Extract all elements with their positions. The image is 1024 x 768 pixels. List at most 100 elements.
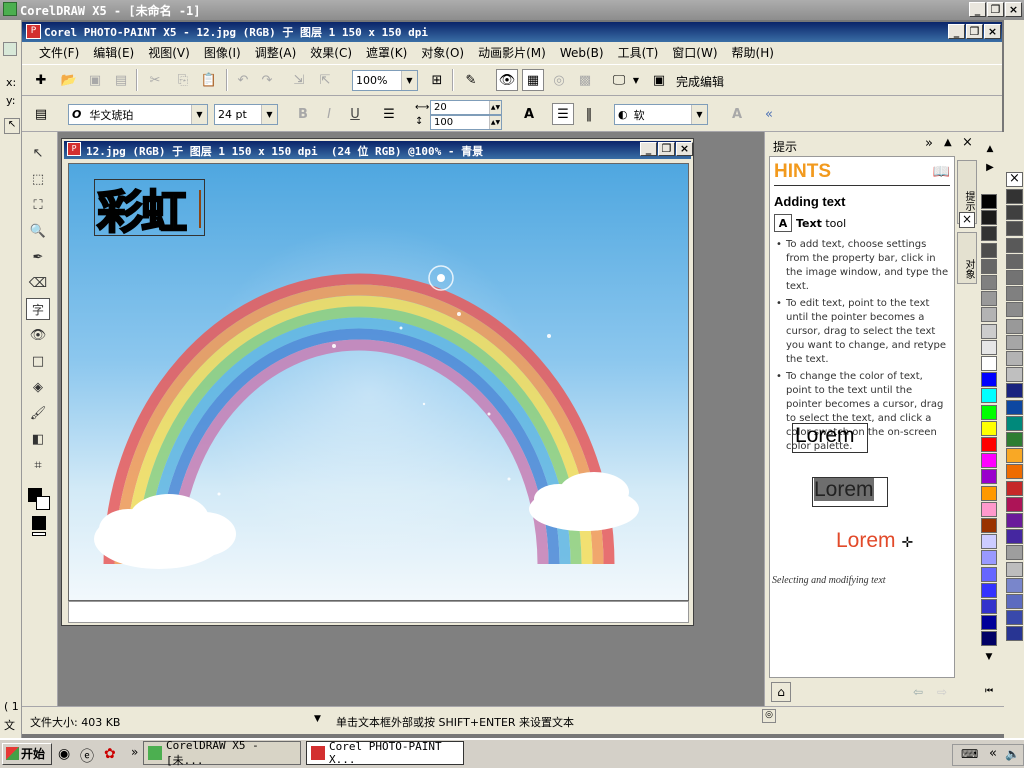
antialias-select[interactable]: ◐ 软 ▼ — [614, 104, 708, 125]
redo-icon[interactable]: ↷ — [256, 69, 278, 91]
color-swatch[interactable] — [981, 307, 997, 323]
menu-mask[interactable]: 遮罩(K) — [359, 43, 414, 63]
app-close-button[interactable]: × — [984, 24, 1001, 39]
taskbar-item-coreldraw[interactable]: CorelDRAW X5 - [未... — [143, 739, 301, 767]
finish-editing-label[interactable]: 完成编辑 — [676, 73, 724, 90]
color-swatch[interactable] — [981, 194, 997, 209]
undo-icon[interactable]: ↶ — [232, 69, 254, 91]
italic-icon[interactable]: I — [318, 103, 340, 125]
color-swatch[interactable] — [1006, 448, 1023, 464]
palette-scroll-down-icon[interactable]: ▼ — [981, 652, 997, 666]
back-arrow-icon[interactable]: ⇦ — [907, 682, 929, 702]
color-swatch[interactable] — [981, 518, 997, 533]
color-swatch[interactable] — [981, 631, 997, 647]
menu-web[interactable]: Web(B) — [553, 43, 611, 63]
horizontal-text-icon[interactable]: ☰ — [552, 103, 574, 125]
paste-icon[interactable]: 📋 — [198, 69, 220, 91]
color-swatch[interactable] — [981, 258, 997, 274]
application-launcher-icon[interactable]: 🖵 — [608, 69, 630, 91]
menu-image[interactable]: 图像(I) — [197, 43, 248, 63]
palette-scroll-up-icon[interactable]: ▲ — [982, 144, 998, 158]
text-object-content[interactable]: 彩虹 — [96, 176, 188, 242]
color-swatch[interactable] — [981, 615, 997, 631]
app-minimize-button[interactable]: _ — [948, 24, 965, 39]
close-icon[interactable]: × — [962, 135, 973, 150]
open-icon[interactable]: 📂 — [58, 69, 80, 91]
doc-restore-button[interactable]: ❐ — [658, 142, 675, 156]
finish-editing-icon[interactable]: ▣ — [648, 69, 670, 91]
no-color-swatch[interactable]: × — [1006, 172, 1023, 187]
underline-icon[interactable]: U — [344, 103, 366, 125]
lock-icon[interactable]: ▩ — [574, 69, 596, 91]
render-text-icon[interactable]: A — [726, 103, 748, 125]
export-icon[interactable]: ⇱ — [314, 69, 336, 91]
color-swatch[interactable] — [981, 339, 997, 355]
color-swatch[interactable] — [1006, 221, 1023, 237]
color-swatch[interactable] — [1006, 529, 1023, 545]
close-icon[interactable]: × — [959, 212, 975, 228]
color-swatch[interactable] — [1006, 415, 1023, 431]
color-swatch[interactable] — [1006, 496, 1023, 512]
color-swatch[interactable] — [1006, 513, 1023, 528]
color-swatch[interactable] — [981, 582, 997, 598]
background-color-swatch[interactable] — [36, 496, 50, 510]
color-swatch[interactable] — [981, 485, 997, 501]
text-object-frame[interactable]: 彩虹 — [94, 179, 205, 240]
palette-expand-icon[interactable]: ⏮ — [981, 686, 997, 700]
collapse-up-icon[interactable]: ▲ — [944, 137, 952, 148]
new-icon[interactable]: ✚ — [30, 69, 52, 91]
object-marquee-icon[interactable]: ◎ — [548, 69, 570, 91]
spinner-icon[interactable]: ▲▼ — [489, 101, 501, 114]
character-spacing-input[interactable]: 20 ▲▼ — [430, 100, 502, 115]
font-name-select[interactable]: O 华文琥珀 ▼ — [68, 104, 208, 125]
show-mask-icon[interactable]: 👁 — [496, 69, 518, 91]
status-icon[interactable]: ◎ — [762, 709, 776, 723]
color-swatch[interactable] — [981, 550, 997, 566]
forward-arrow-icon[interactable]: ⇨ — [931, 682, 953, 702]
bold-icon[interactable]: B — [292, 103, 314, 125]
fill-color-swatch[interactable] — [32, 516, 46, 530]
eyedropper-tool-icon[interactable]: ✒ — [26, 246, 50, 268]
color-swatch[interactable] — [1006, 610, 1023, 626]
home-icon[interactable]: ⌂ — [771, 682, 791, 702]
color-swatch[interactable] — [1006, 626, 1023, 642]
color-swatch[interactable] — [1006, 286, 1023, 302]
zoom-level-select[interactable]: 100% ▼ — [352, 70, 418, 91]
brush-settings-icon[interactable]: ✎ — [460, 69, 482, 91]
doc-close-button[interactable]: × — [676, 142, 693, 156]
color-swatch[interactable] — [1006, 399, 1023, 415]
color-swatch[interactable] — [1006, 334, 1023, 350]
menu-file[interactable]: 文件(F) — [32, 43, 86, 63]
menu-effects[interactable]: 效果(C) — [303, 43, 359, 63]
color-swatch[interactable] — [981, 226, 997, 242]
color-swatch[interactable] — [1006, 351, 1023, 366]
color-swatch[interactable] — [981, 599, 997, 614]
print-icon[interactable]: ▤ — [110, 69, 132, 91]
color-swatch[interactable] — [981, 242, 997, 258]
zoom-fit-icon[interactable]: ⊞ — [426, 69, 448, 91]
color-swatch[interactable] — [981, 404, 997, 420]
cut-icon[interactable]: ✂ — [144, 69, 166, 91]
color-swatch[interactable] — [1006, 545, 1023, 561]
eraser-tool-icon[interactable]: ⌫ — [26, 272, 50, 294]
palette-play-icon[interactable]: ▶ — [982, 162, 998, 176]
import-icon[interactable]: ⇲ — [288, 69, 310, 91]
color-swatch[interactable] — [1006, 302, 1023, 318]
color-swatch[interactable] — [981, 566, 997, 582]
vertical-text-icon[interactable]: ‖ — [578, 103, 600, 125]
tab-objects[interactable]: 对象 — [957, 232, 977, 284]
brush-tool-icon[interactable]: 🖌 — [26, 402, 50, 424]
menu-help[interactable]: 帮助(H) — [725, 43, 781, 63]
color-swatch[interactable] — [1006, 480, 1023, 496]
crop-tool-icon[interactable]: ⛶ — [26, 194, 50, 216]
status-dropdown-icon[interactable]: ▼ — [314, 714, 321, 724]
color-swatch[interactable] — [1006, 464, 1023, 480]
double-chevron-left-icon[interactable]: « — [758, 103, 780, 125]
color-swatch[interactable] — [981, 291, 997, 307]
chrome-icon[interactable]: ◉ — [58, 746, 70, 762]
rectangle-tool-icon[interactable]: □ — [26, 350, 50, 372]
ie-icon[interactable]: ⓔ — [80, 746, 94, 766]
menu-adjust[interactable]: 调整(A) — [248, 43, 304, 63]
color-swatch[interactable] — [1006, 577, 1023, 593]
color-swatch[interactable] — [981, 275, 997, 290]
